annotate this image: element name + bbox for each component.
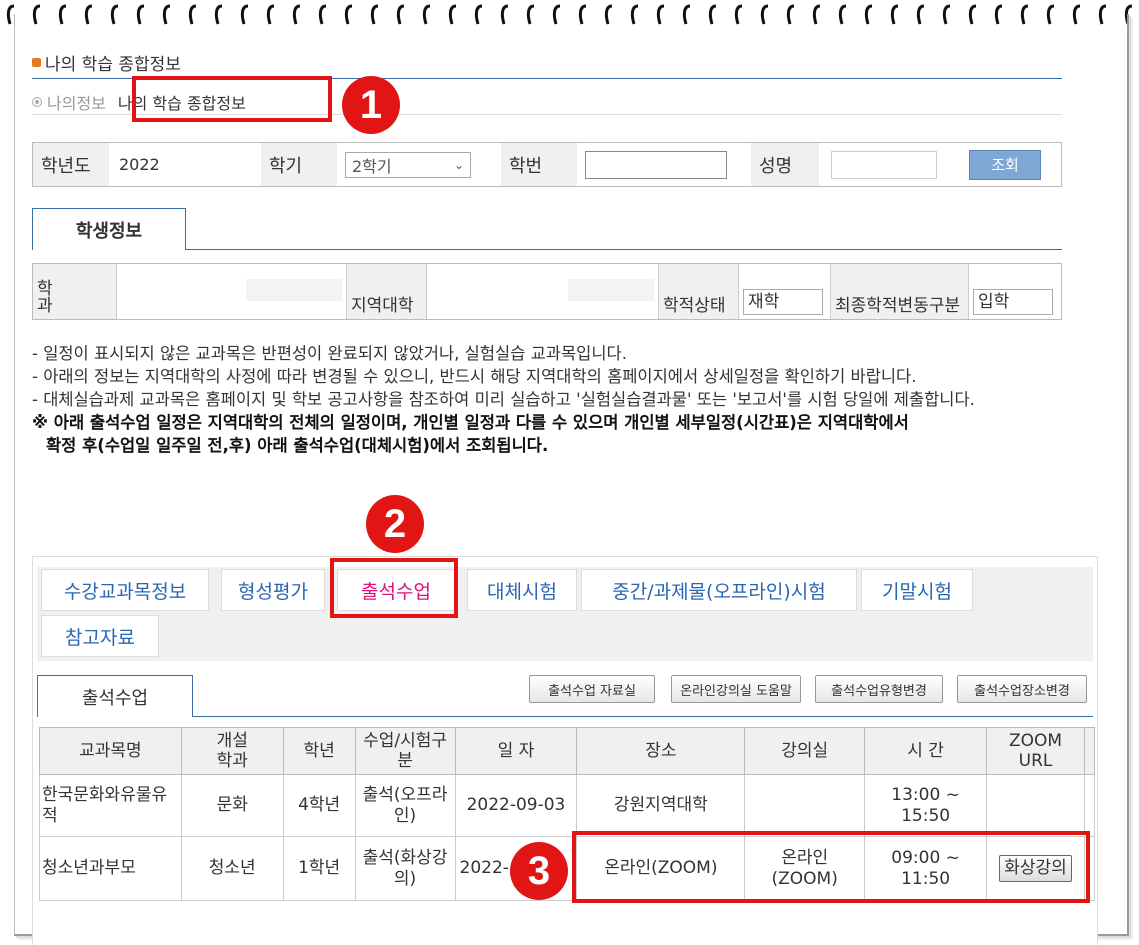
notice-line: - 대체실습과제 교과목은 홈페이지 및 학보 공고사항을 참조하여 미리 실습…: [32, 390, 975, 409]
change-value-box: 입학: [973, 289, 1053, 315]
cell-type: 출석(오프라인): [354, 774, 456, 837]
tab-course-info[interactable]: 수강교과목정보: [41, 569, 209, 611]
chevron-down-icon: ⌄: [453, 157, 464, 172]
change-type-button[interactable]: 출석수업유형변경: [815, 675, 943, 703]
notice-bold-line: ※ 아래 출석수업 일정은 지역대학의 전체의 일정이며, 개인별 일정과 다를…: [32, 413, 909, 432]
tab-attendance-sub[interactable]: 출석수업: [37, 675, 193, 717]
notice-bold-line: 확정 후(수업일 일주일 전,후) 아래 출석수업(대체시험)에서 조회됩니다.: [46, 436, 549, 455]
status-value-box: 재학: [743, 289, 823, 315]
cell-dept: 문화: [180, 774, 284, 837]
cell-grade: 4학년: [282, 774, 356, 837]
year-value: 2022: [119, 155, 160, 174]
term-label: 학기: [261, 143, 337, 186]
bullet-icon: [32, 58, 41, 67]
regional-label: 지역대학: [347, 264, 427, 319]
cell-time: 13:00 ~ 15:50: [864, 774, 988, 837]
col-spacer: [1083, 727, 1096, 775]
regional-value: [427, 264, 659, 319]
status-label: 학적상태: [659, 264, 739, 319]
annotation-badge-2: 2: [366, 495, 424, 553]
attendance-materials-button[interactable]: 출석수업 자료실: [529, 675, 655, 703]
search-bar: 학년도 2022 학기 2학기 ⌄ 학번 성명 조회: [32, 142, 1062, 187]
col-room: 강의실: [744, 727, 866, 775]
col-dept: 개설학과: [180, 727, 284, 775]
dept-label: 학과: [33, 264, 117, 319]
term-select-value: 2학기: [352, 156, 392, 176]
status-value: 재학: [739, 264, 831, 319]
tab-divider: [186, 249, 1062, 250]
cell-room: [744, 774, 866, 837]
name-input[interactable]: [831, 150, 937, 179]
annotation-badge-3: 3: [510, 842, 568, 900]
annotation-box-2: [330, 558, 458, 618]
student-info-table: 학과 지역대학 학적상태 재학 최종학적변동구분 입학: [32, 263, 1062, 320]
cell-date: 2022-09-03: [454, 774, 578, 837]
cell-dept: 청소년: [180, 836, 284, 901]
col-place: 장소: [576, 727, 746, 775]
search-button[interactable]: 조회: [969, 149, 1041, 180]
tab-formative-eval[interactable]: 형성평가: [221, 569, 325, 611]
cell-grade: 1학년: [282, 836, 356, 901]
page-title-text: 나의 학습 종합정보: [45, 55, 181, 75]
cell-type: 출석(화상강의): [354, 836, 456, 901]
change-place-button[interactable]: 출석수업장소변경: [957, 675, 1087, 703]
annotation-box-1: [132, 76, 332, 122]
course-tabbar: 수강교과목정보 형성평가 출석수업 대체시험 중간/과제물(오프라인)시험 기말…: [37, 567, 1093, 661]
breadcrumb-parent[interactable]: 나의정보: [47, 90, 106, 114]
online-help-button[interactable]: 온라인강의실 도움말: [671, 675, 801, 703]
change-value: 입학: [969, 264, 1061, 319]
student-id-input[interactable]: [585, 150, 727, 179]
col-zoom: ZOOM URL: [986, 727, 1085, 775]
cell-place: 강원지역대학: [576, 774, 746, 837]
tab-substitute-exam[interactable]: 대체시험: [467, 569, 577, 611]
notice-line: - 일정이 표시되지 않은 교과목은 반편성이 완료되지 않았거나, 실험실습 …: [32, 344, 627, 363]
tab-reference[interactable]: 참고자료: [41, 615, 159, 657]
sub-tab-divider: [193, 716, 1093, 717]
col-date: 일 자: [454, 727, 578, 775]
radio-bullet-icon: [32, 97, 42, 107]
dept-value: [117, 264, 347, 319]
change-label: 최종학적변동구분: [831, 264, 969, 319]
term-select[interactable]: 2학기 ⌄: [345, 151, 471, 178]
cell-course: 청소년과부모: [39, 836, 182, 901]
annotation-box-3: [572, 831, 1090, 903]
student-id-label: 학번: [501, 143, 577, 186]
page-title: 나의 학습 종합정보: [32, 50, 181, 75]
notice-line: - 아래의 정보는 지역대학의 사정에 따라 변경될 수 있으니, 반드시 해당…: [32, 367, 917, 386]
name-label: 성명: [751, 143, 819, 186]
col-course: 교과목명: [39, 727, 182, 775]
col-type: 수업/시험구분: [354, 727, 456, 775]
table-row: 한국문화와유물유적 문화 4학년 출석(오프라인) 2022-09-03 강원지…: [39, 774, 1096, 837]
col-time: 시 간: [864, 727, 988, 775]
table-header-row: 교과목명 개설학과 학년 수업/시험구분 일 자 장소 강의실 시 간 ZOOM…: [39, 727, 1096, 775]
cell-zoom: [986, 774, 1085, 837]
year-label: 학년도: [33, 143, 109, 186]
annotation-badge-1: 1: [342, 76, 400, 134]
tab-midterm-exam[interactable]: 중간/과제물(오프라인)시험: [581, 569, 857, 611]
notice-block: - 일정이 표시되지 않은 교과목은 반편성이 완료되지 않았거나, 실험실습 …: [32, 342, 1072, 457]
col-grade: 학년: [282, 727, 356, 775]
cell-spacer: [1083, 774, 1096, 837]
cell-course: 한국문화와유물유적: [39, 774, 182, 837]
tab-student-info[interactable]: 학생정보: [32, 208, 186, 250]
tab-final-exam[interactable]: 기말시험: [861, 569, 973, 611]
